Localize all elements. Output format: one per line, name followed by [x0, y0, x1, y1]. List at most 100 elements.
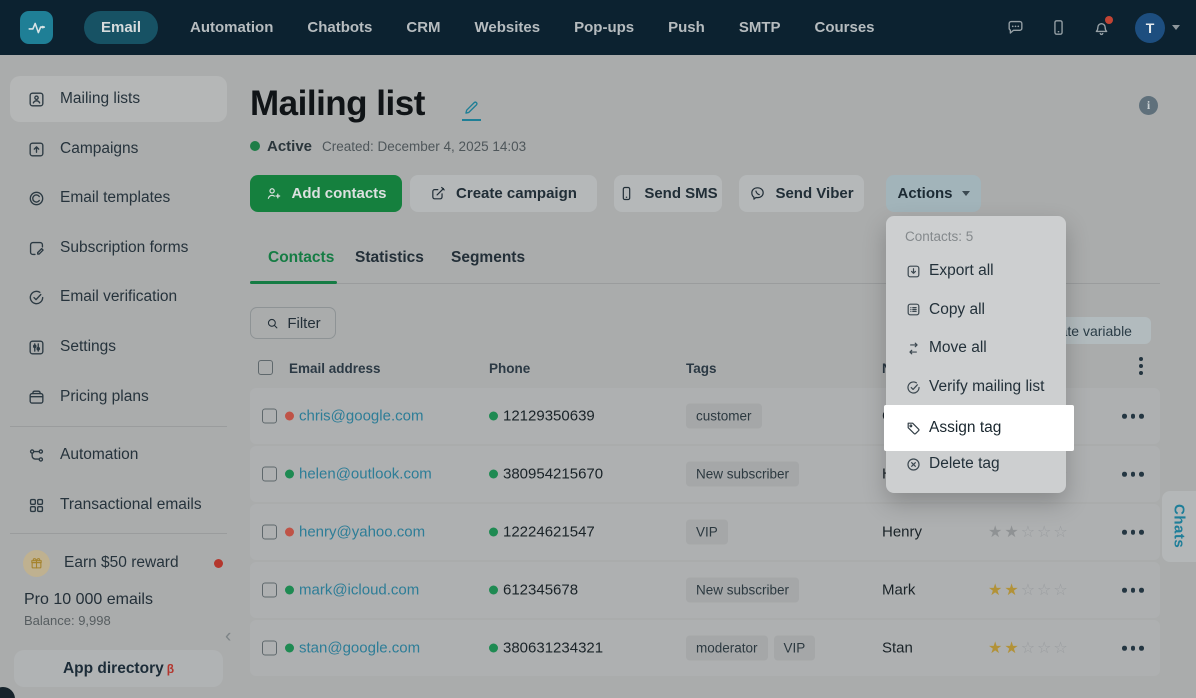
sidebar-item-transactional-emails[interactable]: Transactional emails — [0, 481, 237, 529]
menu-item-label: Export all — [929, 262, 994, 280]
sidebar-item-email-templates[interactable]: Email templates — [0, 174, 237, 222]
menu-item-move-all[interactable]: Move all — [886, 329, 1066, 368]
compose-icon — [432, 186, 445, 200]
row-kebab-icon[interactable] — [1122, 645, 1144, 651]
navbar-right: T — [1006, 0, 1180, 55]
sidebar-divider — [10, 426, 227, 427]
table-options-kebab-icon[interactable] — [1139, 357, 1143, 375]
col-header-email: Email address — [289, 361, 381, 376]
page-title: Mailing list — [250, 84, 425, 123]
row-checkbox[interactable] — [262, 582, 277, 598]
edit-title-icon[interactable] — [462, 98, 481, 121]
row-kebab-icon[interactable] — [1122, 587, 1144, 593]
app-directory-label: App directory — [62, 659, 164, 677]
contact-tags: New subscriber — [686, 461, 805, 487]
menu-item-verify-mailing-list[interactable]: Verify mailing list — [886, 368, 1066, 407]
email-templates-icon — [29, 191, 44, 205]
create-campaign-button[interactable]: Create campaign — [410, 175, 597, 212]
pulse-icon — [27, 22, 45, 33]
reward-label: Earn $50 reward — [64, 554, 179, 571]
tab-segments[interactable]: Segments — [451, 249, 525, 267]
table-row: henry@yahoo.com 12224621547 VIP Henry ★ ★… — [250, 504, 1160, 560]
nav-item-automation[interactable]: Automation — [188, 11, 275, 44]
contact-email-link[interactable]: mark@icloud.com — [299, 582, 419, 599]
row-kebab-icon[interactable] — [1122, 471, 1144, 477]
row-checkbox[interactable] — [262, 408, 277, 424]
sidebar-collapse-chevron[interactable]: ‹ — [225, 626, 231, 648]
menu-item-label: Move all — [929, 339, 987, 357]
brand-logo[interactable] — [20, 11, 53, 44]
menu-contacts-count: Contacts: 5 — [905, 229, 974, 244]
sidebar-item-pricing-plans[interactable]: Pricing plans — [0, 373, 237, 421]
menu-item-label: Copy all — [929, 300, 985, 318]
menu-item-export-all[interactable]: Export all — [886, 252, 1066, 291]
active-tab-underline — [250, 281, 337, 284]
info-icon[interactable]: i — [1139, 96, 1158, 115]
contact-phone: 380954215670 — [503, 465, 604, 483]
contact-email-link[interactable]: henry@yahoo.com — [299, 524, 425, 541]
plan-balance: Balance: 9,998 — [24, 613, 111, 628]
sidebar-item-earn-reward[interactable]: Earn $50 reward — [0, 539, 237, 587]
nav-item-websites[interactable]: Websites — [473, 11, 543, 44]
row-checkbox[interactable] — [262, 524, 277, 540]
send-sms-button[interactable]: Send SMS — [614, 175, 722, 212]
email-status-dot — [285, 469, 294, 479]
sidebar-item-email-verification[interactable]: Email verification — [0, 273, 237, 321]
nav-item-push[interactable]: Push — [666, 11, 707, 44]
rating-stars[interactable]: ★ ★ ☆ ☆ ☆ — [988, 582, 1068, 598]
reward-notification-dot — [214, 559, 223, 568]
rating-stars[interactable]: ★ ★ ☆ ☆ ☆ — [988, 524, 1068, 540]
tab-statistics[interactable]: Statistics — [355, 249, 424, 267]
chats-side-tab[interactable]: Chats — [1162, 491, 1196, 562]
filter-button[interactable]: Filter — [250, 307, 336, 339]
menu-item-label: Verify mailing list — [929, 378, 1045, 396]
tab-contacts[interactable]: Contacts — [268, 249, 334, 267]
nav-item-popups[interactable]: Pop-ups — [572, 11, 636, 44]
contact-email-link[interactable]: helen@outlook.com — [299, 466, 432, 483]
pricing-plans-icon — [29, 389, 44, 404]
row-checkbox[interactable] — [262, 640, 277, 656]
sidebar-item-mailing-lists[interactable]: Mailing lists — [0, 75, 237, 123]
send-viber-button[interactable]: Send Viber — [739, 175, 864, 212]
mobile-app-icon[interactable] — [1049, 18, 1068, 37]
contact-tags: moderator VIP — [686, 635, 821, 661]
row-checkbox[interactable] — [262, 466, 277, 482]
contact-phone: 12129350639 — [503, 407, 595, 425]
sidebar-item-settings[interactable]: Settings — [0, 323, 237, 371]
tag-pill: New subscriber — [686, 461, 800, 487]
nav-item-smtp[interactable]: SMTP — [737, 11, 783, 44]
nav-item-chatbots[interactable]: Chatbots — [305, 11, 374, 44]
nav-item-courses[interactable]: Courses — [812, 11, 876, 44]
notification-dot — [1105, 16, 1113, 24]
row-kebab-icon[interactable] — [1122, 413, 1144, 419]
chat-widget-corner[interactable] — [0, 687, 15, 698]
top-navbar: Email Automation Chatbots CRM Websites P… — [0, 0, 1196, 55]
chats-label: Chats — [1170, 504, 1188, 549]
row-kebab-icon[interactable] — [1122, 529, 1144, 535]
rating-stars[interactable]: ★ ★ ☆ ☆ ☆ — [988, 640, 1068, 656]
nav-item-crm[interactable]: CRM — [404, 11, 442, 44]
nav-item-email[interactable]: Email — [84, 11, 159, 44]
x-circle-icon — [907, 458, 920, 471]
menu-item-assign-tag-highlighted[interactable]: Assign tag — [884, 405, 1074, 451]
menu-item-copy-all[interactable]: Copy all — [886, 291, 1066, 330]
app-directory-button[interactable]: App directory β — [14, 650, 223, 687]
sidebar-item-label: Transactional emails — [60, 496, 202, 513]
sidebar-item-campaigns[interactable]: Campaigns — [0, 125, 237, 173]
account-menu[interactable]: T — [1135, 12, 1180, 43]
phone-status-dot — [489, 411, 498, 421]
sidebar-item-automation[interactable]: Automation — [0, 431, 237, 479]
add-contacts-label: Add contacts — [291, 185, 387, 202]
sidebar-divider — [10, 533, 227, 534]
sidebar-item-subscription-forms[interactable]: Subscription forms — [0, 224, 237, 272]
sms-phone-icon — [623, 186, 631, 201]
table-row: mark@icloud.com 612345678 New subscriber… — [250, 562, 1160, 618]
contact-email-link[interactable]: stan@google.com — [299, 640, 420, 657]
notifications[interactable] — [1092, 16, 1113, 37]
settings-icon — [29, 339, 44, 355]
contact-email-link[interactable]: chris@google.com — [299, 408, 423, 425]
add-contacts-button[interactable]: Add contacts — [250, 175, 402, 212]
select-all-checkbox[interactable] — [258, 360, 273, 375]
actions-button[interactable]: Actions — [886, 175, 981, 212]
support-chat-icon[interactable] — [1006, 18, 1025, 37]
